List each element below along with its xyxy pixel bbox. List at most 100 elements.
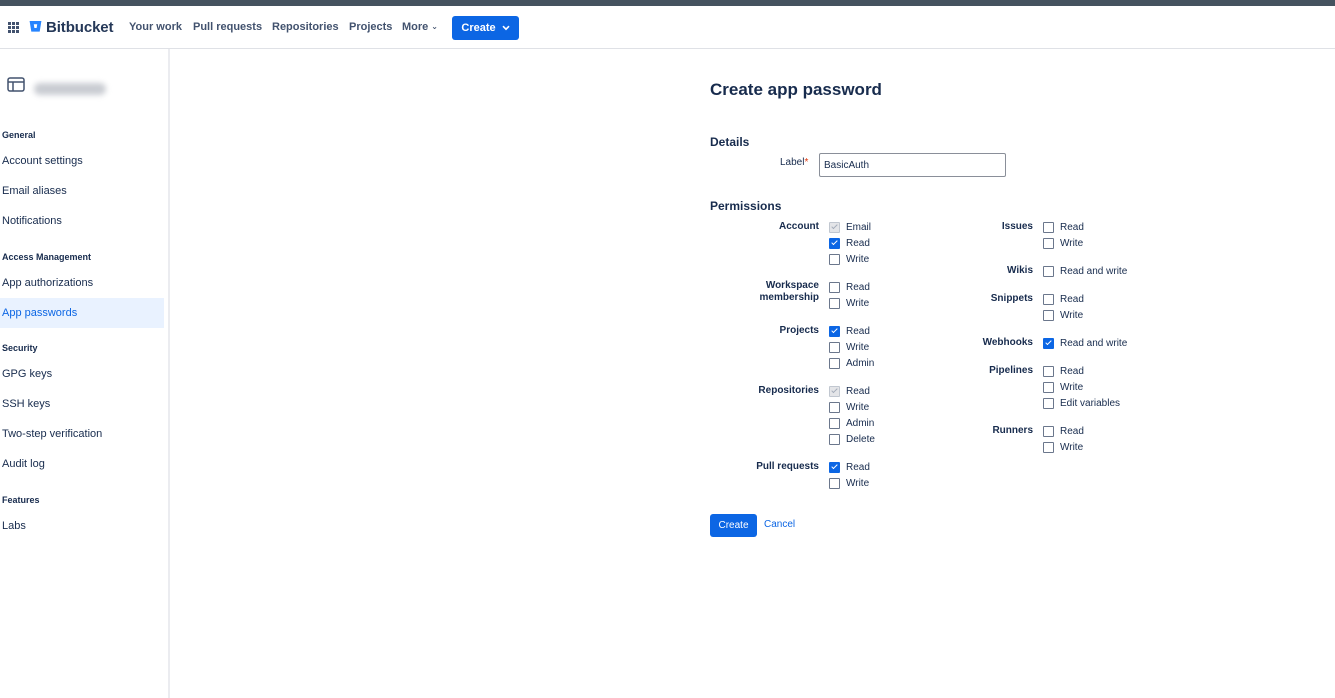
option-label: Delete	[846, 434, 875, 445]
account-read-option[interactable]: Read	[829, 238, 870, 249]
sidebar-section-features: Features	[2, 495, 40, 505]
checkbox[interactable]	[829, 478, 840, 489]
pull-requests-write-option[interactable]: Write	[829, 478, 869, 489]
sidebar-item-app-passwords[interactable]: App passwords	[2, 307, 77, 319]
checkbox[interactable]	[829, 358, 840, 369]
checkbox[interactable]	[1043, 266, 1054, 277]
nav-repositories[interactable]: Repositories	[272, 21, 339, 33]
snippets-write-option[interactable]: Write	[1043, 310, 1083, 321]
checkbox[interactable]	[1043, 366, 1054, 377]
sidebar-item-app-authorizations[interactable]: App authorizations	[2, 277, 93, 289]
checkbox[interactable]	[829, 386, 840, 397]
checkbox[interactable]	[829, 238, 840, 249]
top-navigation: Bitbucket Your work Pull requests Reposi…	[0, 6, 1335, 49]
repositories-admin-option[interactable]: Admin	[829, 418, 874, 429]
sidebar-item-notifications[interactable]: Notifications	[2, 215, 62, 227]
checkbox[interactable]	[829, 402, 840, 413]
option-label: Read	[846, 386, 870, 397]
checkbox[interactable]	[1043, 310, 1054, 321]
checkbox[interactable]	[1043, 338, 1054, 349]
main-content: Create app password Details Label* Permi…	[172, 49, 1335, 698]
checkbox[interactable]	[829, 462, 840, 473]
checkbox[interactable]	[1043, 426, 1054, 437]
checkbox[interactable]	[1043, 382, 1054, 393]
sidebar-item-two-step-verification[interactable]: Two-step verification	[2, 428, 102, 440]
nav-more[interactable]: More ⌄	[402, 21, 438, 33]
option-label: Write	[846, 342, 870, 353]
group-projects-label: Projects	[779, 325, 819, 336]
projects-read-option[interactable]: Read	[829, 326, 870, 337]
option-label: Read and write	[1060, 266, 1128, 277]
group-pull-requests-label: Pull requests	[756, 461, 819, 472]
runners-write-option[interactable]: Write	[1043, 442, 1083, 453]
page-title: Create app password	[710, 80, 882, 99]
option-label: Read	[846, 326, 870, 337]
pipelines-edit-variables-option[interactable]: Edit variables	[1043, 398, 1120, 409]
nav-your-work[interactable]: Your work	[129, 21, 182, 33]
workspace-read-option[interactable]: Read	[829, 282, 870, 293]
label-input[interactable]	[819, 153, 1006, 177]
create-submit-button[interactable]: Create	[710, 514, 757, 537]
option-label: Read	[1060, 426, 1084, 437]
create-button[interactable]: Create	[452, 16, 519, 40]
sidebar: General Account settings Email aliases N…	[0, 49, 170, 698]
chevron-down-icon: ⌄	[431, 22, 438, 31]
repositories-delete-option[interactable]: Delete	[829, 434, 875, 445]
checkbox[interactable]	[829, 342, 840, 353]
nav-pull-requests[interactable]: Pull requests	[193, 21, 262, 33]
pull-requests-read-option[interactable]: Read	[829, 462, 870, 473]
workspace-panel-icon[interactable]	[7, 77, 25, 93]
option-label: Read	[1060, 366, 1084, 377]
checkbox[interactable]	[1043, 398, 1054, 409]
checkbox[interactable]	[1043, 222, 1054, 233]
runners-read-option[interactable]: Read	[1043, 426, 1084, 437]
sidebar-item-labs[interactable]: Labs	[2, 520, 26, 532]
app-switcher-icon[interactable]	[8, 22, 19, 33]
group-issues-label: Issues	[1001, 221, 1033, 232]
cancel-button[interactable]: Cancel	[764, 519, 795, 530]
option-label: Write	[1060, 442, 1084, 453]
projects-write-option[interactable]: Write	[829, 342, 869, 353]
checkbox[interactable]	[1043, 442, 1054, 453]
checkbox[interactable]	[1043, 294, 1054, 305]
checkbox[interactable]	[829, 254, 840, 265]
option-label: Read	[846, 238, 870, 249]
account-write-option[interactable]: Write	[829, 254, 869, 265]
wikis-read-write-option[interactable]: Read and write	[1043, 266, 1127, 277]
brand-name[interactable]: Bitbucket	[46, 19, 114, 36]
projects-admin-option[interactable]: Admin	[829, 358, 874, 369]
permissions-heading: Permissions	[710, 199, 782, 213]
webhooks-read-write-option[interactable]: Read and write	[1043, 338, 1127, 349]
checkbox[interactable]	[829, 418, 840, 429]
group-webhooks-label: Webhooks	[982, 337, 1033, 348]
option-label: Write	[846, 478, 870, 489]
group-account-label: Account	[779, 221, 819, 232]
bitbucket-logo-icon[interactable]	[29, 20, 42, 33]
account-email-option[interactable]: Email	[829, 222, 871, 233]
issues-read-option[interactable]: Read	[1043, 222, 1084, 233]
checkbox[interactable]	[829, 282, 840, 293]
checkbox[interactable]	[829, 434, 840, 445]
nav-more-label: More	[402, 21, 429, 33]
checkbox[interactable]	[1043, 238, 1054, 249]
issues-write-option[interactable]: Write	[1043, 238, 1083, 249]
sidebar-item-ssh-keys[interactable]: SSH keys	[2, 398, 50, 410]
details-heading: Details	[710, 135, 750, 149]
repositories-read-option[interactable]: Read	[829, 386, 870, 397]
sidebar-item-account-settings[interactable]: Account settings	[2, 155, 83, 167]
sidebar-item-audit-log[interactable]: Audit log	[2, 458, 45, 470]
sidebar-item-gpg-keys[interactable]: GPG keys	[2, 368, 52, 380]
nav-projects[interactable]: Projects	[349, 21, 392, 33]
label-field-label-text: Label	[780, 157, 805, 168]
pipelines-read-option[interactable]: Read	[1043, 366, 1084, 377]
checkbox[interactable]	[829, 326, 840, 337]
group-workspace-membership-label: Workspace membership	[759, 280, 819, 303]
sidebar-item-email-aliases[interactable]: Email aliases	[2, 185, 67, 197]
option-label: Edit variables	[1060, 398, 1121, 409]
checkbox[interactable]	[829, 298, 840, 309]
repositories-write-option[interactable]: Write	[829, 402, 869, 413]
workspace-write-option[interactable]: Write	[829, 298, 869, 309]
pipelines-write-option[interactable]: Write	[1043, 382, 1083, 393]
checkbox[interactable]	[829, 222, 840, 233]
snippets-read-option[interactable]: Read	[1043, 294, 1084, 305]
